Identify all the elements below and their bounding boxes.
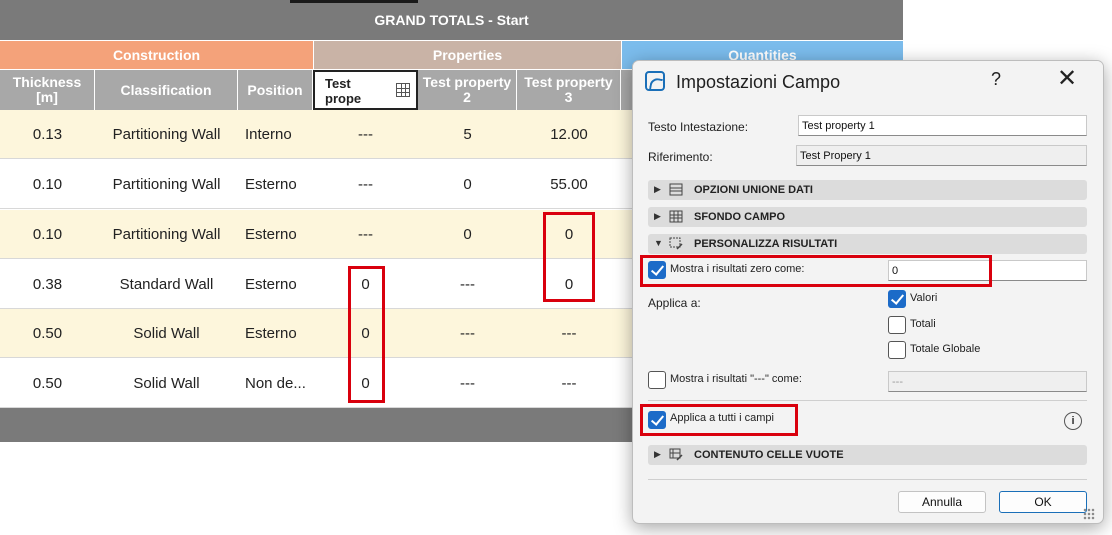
section-field-background[interactable]: ▶ SFONDO CAMPO	[648, 207, 1087, 227]
cell-test-property-2: 5	[463, 126, 472, 143]
dialog-titlebar[interactable]: Impostazioni Campo ? ✕	[633, 61, 1103, 103]
chevron-right-icon: ▶	[654, 184, 661, 194]
reference-field: Test Propery 1	[796, 145, 1087, 166]
cell-test-property-2: ---	[460, 276, 475, 293]
highlight-box-apply-all	[640, 404, 798, 436]
section-empty-cells[interactable]: ▶ CONTENUTO CELLE VUOTE	[648, 445, 1087, 465]
chevron-right-icon: ▶	[654, 211, 661, 221]
section-merge-options[interactable]: ▶ OPZIONI UNIONE DATI	[648, 180, 1087, 200]
group-construction: Construction	[0, 41, 313, 69]
cancel-button[interactable]: Annulla	[898, 491, 986, 513]
apply-totals-label: Totali	[910, 318, 936, 330]
chevron-down-icon: ▼	[654, 238, 663, 248]
column-header-thickness[interactable]: Thickness [m]	[0, 70, 95, 110]
apply-grand-total-label: Totale Globale	[910, 343, 981, 355]
cell-thickness: 0.10	[32, 176, 63, 193]
grid-background-icon	[669, 210, 683, 223]
cell-position: Esterno	[245, 276, 297, 293]
cell-thickness: 0.38	[32, 276, 63, 293]
cell-thickness: 0.50	[32, 325, 63, 342]
dialog-title: Impostazioni Campo	[676, 72, 841, 92]
cell-position: Esterno	[245, 325, 297, 342]
chevron-right-icon: ▶	[654, 449, 661, 459]
section-field-background-label: SFONDO CAMPO	[694, 211, 786, 223]
grand-totals-title: GRAND TOTALS - Start	[0, 0, 903, 40]
cell-classification: Partitioning Wall	[112, 126, 221, 143]
cell-test-property-1: ---	[358, 126, 373, 143]
cell-classification: Standard Wall	[119, 276, 214, 293]
cell-classification: Solid Wall	[133, 325, 200, 342]
info-icon[interactable]: i	[1064, 412, 1082, 430]
cell-position: Esterno	[245, 176, 297, 193]
column-header-classification[interactable]: Classification	[95, 70, 238, 110]
apply-grand-total-checkbox[interactable]	[888, 341, 906, 359]
cell-classification: Solid Wall	[133, 375, 200, 392]
cell-classification: Partitioning Wall	[112, 176, 221, 193]
cell-test-property-2: ---	[460, 375, 475, 392]
close-icon[interactable]: ✕	[1057, 67, 1077, 91]
cell-thickness: 0.10	[32, 226, 63, 243]
resize-grip[interactable]	[1083, 508, 1095, 520]
field-settings-icon[interactable]	[396, 83, 410, 97]
cell-position: Esterno	[245, 226, 297, 243]
column-header-test-property-2[interactable]: Test property 2	[418, 70, 517, 110]
apply-to-label: Applica a:	[648, 296, 701, 310]
section-empty-cells-label: CONTENUTO CELLE VUOTE	[694, 449, 844, 461]
empty-cells-icon	[669, 448, 683, 461]
help-button[interactable]: ?	[991, 69, 1001, 90]
cell-test-property-3: ---	[561, 325, 577, 342]
field-settings-dialog: Impostazioni Campo ? ✕ Testo Intestazion…	[632, 60, 1104, 524]
column-header-test-property-1-label: Test prope	[325, 76, 362, 106]
merge-data-icon	[669, 183, 683, 196]
cell-position: Interno	[245, 126, 292, 143]
column-header-test-property-1-selected[interactable]: Test prope	[313, 70, 418, 110]
archicad-logo-icon	[645, 71, 665, 91]
cell-thickness: 0.50	[32, 375, 63, 392]
ok-button[interactable]: OK	[999, 491, 1087, 513]
cell-position: Non de...	[245, 375, 306, 392]
cell-thickness: 0.13	[32, 126, 63, 143]
cell-test-property-2: ---	[460, 325, 475, 342]
cell-test-property-2: 0	[463, 176, 472, 193]
group-properties: Properties	[314, 41, 621, 69]
cell-test-property-3: 55.00	[550, 176, 588, 193]
highlight-box-show-zero	[640, 255, 992, 287]
cell-test-property-1: ---	[358, 226, 373, 243]
cell-test-property-3: ---	[561, 375, 577, 392]
divider	[648, 479, 1087, 480]
apply-values-label: Valori	[910, 292, 938, 304]
column-header-position[interactable]: Position	[238, 70, 313, 110]
cell-classification: Partitioning Wall	[112, 226, 221, 243]
header-text-label: Testo Intestazione:	[648, 120, 749, 134]
show-dash-value-field: ---	[888, 371, 1087, 392]
cell-test-property-3: 12.00	[550, 126, 588, 143]
reference-label: Riferimento:	[648, 150, 713, 164]
section-customize-results[interactable]: ▼ PERSONALIZZA RISULTATI	[648, 234, 1087, 254]
show-dash-label: Mostra i risultati "---" come:	[670, 373, 802, 385]
cell-test-property-1: ---	[358, 176, 373, 193]
show-dash-checkbox[interactable]	[648, 371, 666, 389]
apply-values-checkbox[interactable]	[888, 290, 906, 308]
apply-totals-checkbox[interactable]	[888, 316, 906, 334]
customize-results-icon	[669, 237, 683, 250]
top-edge-marker	[290, 0, 418, 3]
divider	[648, 400, 1087, 401]
header-text-input[interactable]	[798, 115, 1087, 136]
section-merge-options-label: OPZIONI UNIONE DATI	[694, 184, 813, 196]
section-customize-results-label: PERSONALIZZA RISULTATI	[694, 238, 838, 250]
highlight-box-zero-column-3	[543, 212, 595, 302]
column-header-test-property-3[interactable]: Test property 3	[517, 70, 621, 110]
highlight-box-zero-column-1	[348, 266, 385, 403]
cell-test-property-2: 0	[463, 226, 472, 243]
